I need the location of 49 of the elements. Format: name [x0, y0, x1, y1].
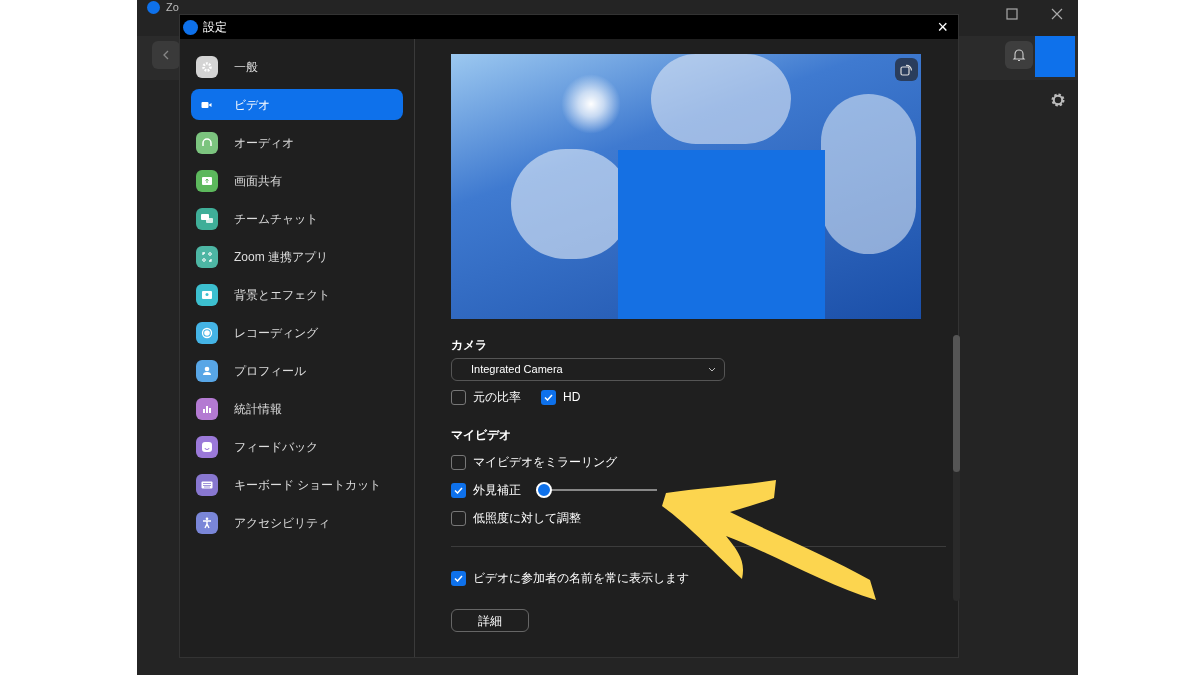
zoom-logo-icon — [183, 19, 198, 35]
sidebar-item[interactable]: キーボード ショートカット — [191, 469, 403, 500]
rotate-camera-button[interactable] — [895, 58, 918, 81]
checkmark-icon — [454, 486, 463, 494]
camera-dropdown[interactable]: Integrated Camera — [451, 358, 725, 381]
sidebar-item[interactable]: ビデオ — [191, 89, 403, 120]
sidebar-item[interactable]: レコーディング — [191, 317, 403, 348]
option-label: マイビデオをミラーリング — [473, 454, 617, 471]
details-button[interactable]: 詳細 — [451, 609, 529, 632]
notification-button[interactable] — [1005, 41, 1033, 69]
maximize-icon[interactable] — [1006, 8, 1018, 20]
sidebar-item[interactable]: アクセシビリティ — [191, 507, 403, 538]
slider-thumb[interactable] — [536, 482, 552, 498]
sidebar-item[interactable]: 画面共有 — [191, 165, 403, 196]
bell-icon — [1012, 48, 1026, 62]
scrollbar-thumb[interactable] — [953, 335, 960, 472]
option-label: HD — [563, 389, 581, 406]
chevron-left-icon — [163, 50, 169, 60]
sidebar-item[interactable]: フィードバック — [191, 431, 403, 462]
checkbox[interactable] — [451, 510, 466, 526]
window-title: Zo — [166, 1, 179, 13]
sidebar-item[interactable]: Zoom 連携アプリ — [191, 241, 403, 272]
section-heading: マイビデオ — [451, 427, 512, 444]
checkbox[interactable] — [451, 570, 466, 586]
checkmark-icon — [454, 574, 463, 582]
sidebar-item[interactable]: チームチャット — [191, 203, 403, 234]
category-icon — [201, 100, 213, 109]
checkbox[interactable] — [451, 389, 466, 405]
checkbox[interactable] — [541, 389, 556, 405]
chevron-down-icon — [708, 367, 716, 372]
option-label: 元の比率 — [473, 389, 521, 406]
option-label: 外見補正 — [473, 482, 521, 499]
zoom-logo-icon — [147, 0, 160, 14]
sidebar-item[interactable]: オーディオ — [191, 127, 403, 158]
option-label: 低照度に対して調整 — [473, 510, 581, 527]
section-heading: カメラ — [451, 337, 488, 354]
checkbox[interactable] — [451, 454, 466, 470]
sidebar-item[interactable]: 統計情報 — [191, 393, 403, 424]
close-icon[interactable] — [1051, 8, 1063, 20]
close-button[interactable]: × — [937, 18, 948, 36]
option-label: ビデオに参加者の名前を常に表示します — [473, 570, 689, 587]
settings-icon[interactable] — [1050, 92, 1066, 108]
dialog-title: 設定 — [203, 19, 227, 36]
checkmark-icon — [544, 393, 553, 401]
sidebar-item[interactable]: プロフィール — [191, 355, 403, 386]
checkbox[interactable] — [451, 482, 466, 498]
rotate-icon — [900, 63, 913, 76]
sidebar-item[interactable]: 背景とエフェクト — [191, 279, 403, 310]
sidebar-item[interactable]: 一般 — [191, 51, 403, 82]
